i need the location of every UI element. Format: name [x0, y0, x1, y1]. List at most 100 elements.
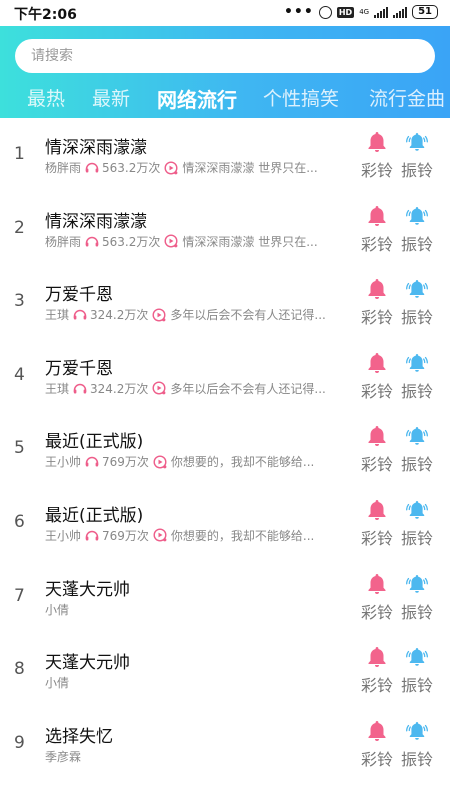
song-artist: 杨胖雨: [45, 161, 82, 175]
color-ring-button[interactable]: 彩铃: [357, 204, 397, 255]
bell-icon: [365, 130, 389, 154]
play-circle-icon: [153, 455, 167, 469]
color-ring-button[interactable]: 彩铃: [357, 130, 397, 181]
color-ring-label: 彩铃: [360, 528, 393, 548]
song-title[interactable]: 万爱千恩: [45, 354, 113, 379]
song-artist: 小倩: [45, 676, 70, 691]
vibrating-bell-icon: [405, 572, 429, 596]
play-circle-icon: [164, 234, 178, 248]
header: 下午2:06 ••• HD 4G 51 请搜索 最热 最新 网络流行 个性搞笑 …: [0, 0, 450, 118]
vibrate-ring-label: 振铃: [400, 234, 433, 254]
song-title[interactable]: 最近(正式版): [45, 501, 143, 526]
color-ring-button[interactable]: 彩铃: [357, 424, 397, 475]
bell-icon: [365, 204, 389, 228]
song-title[interactable]: 天蓬大元帅: [45, 648, 130, 673]
song-meta: 王小帅 769万次 你想要的，我却不能够给...: [45, 453, 335, 470]
vibrating-bell-icon: [405, 351, 429, 375]
song-row[interactable]: 6 最近(正式版) 王小帅 769万次 你想要的，我却不能够给... 彩铃 振铃: [0, 486, 450, 560]
bell-icon: [365, 498, 389, 522]
bell-icon: [365, 719, 389, 743]
play-count: 324.2万次: [90, 308, 149, 323]
song-title[interactable]: 万爱千恩: [45, 280, 113, 305]
bell-icon: [365, 424, 389, 448]
song-title[interactable]: 天蓬大元帅: [45, 575, 130, 600]
vibrate-ring-button[interactable]: 振铃: [397, 498, 437, 549]
color-ring-button[interactable]: 彩铃: [357, 498, 397, 549]
alarm-icon: [318, 5, 332, 19]
tab-golden-hits[interactable]: 流行金曲: [369, 84, 445, 111]
song-index: 4: [14, 364, 25, 385]
vibrate-ring-button[interactable]: 振铃: [397, 130, 437, 181]
tab-internet-popular[interactable]: 网络流行: [157, 84, 237, 113]
search-input[interactable]: 请搜索: [15, 39, 435, 73]
cell-signal-icon: [374, 6, 389, 18]
song-row[interactable]: 9 选择失忆季彦霖 彩铃 振铃: [0, 707, 450, 781]
song-title[interactable]: 最近(正式版): [45, 427, 143, 452]
song-artist: 王小帅: [45, 528, 82, 543]
song-description: 你想要的，我却不能够给...: [170, 528, 315, 543]
vibrate-ring-label: 振铃: [400, 528, 433, 548]
color-ring-label: 彩铃: [360, 602, 393, 622]
status-icons: ••• HD 4G 51: [284, 5, 438, 19]
song-index: 9: [14, 732, 25, 753]
color-ring-button[interactable]: 彩铃: [357, 645, 397, 696]
song-row[interactable]: 4 万爱千恩王琪 324.2万次 多年以后会不会有人还记得... 彩铃 振铃: [0, 339, 450, 413]
more-dots-icon: •••: [283, 4, 314, 20]
play-circle-icon: [152, 308, 166, 322]
vibrating-bell-icon: [405, 424, 429, 448]
song-index: 8: [14, 659, 25, 680]
song-row[interactable]: 5 最近(正式版) 王小帅 769万次 你想要的，我却不能够给... 彩铃 振铃: [0, 412, 450, 486]
vibrating-bell-icon: [405, 204, 429, 228]
vibrate-ring-label: 振铃: [400, 676, 433, 696]
song-artist: 季彦霖: [45, 749, 82, 764]
song-index: 6: [14, 511, 25, 532]
vibrate-ring-button[interactable]: 振铃: [397, 645, 437, 696]
song-description: 多年以后会不会有人还记得...: [170, 381, 326, 396]
song-index: 7: [14, 585, 25, 606]
bell-icon: [365, 351, 389, 375]
color-ring-label: 彩铃: [360, 455, 393, 475]
headphone-icon: [85, 456, 99, 467]
color-ring-label: 彩铃: [360, 381, 393, 401]
color-ring-button[interactable]: 彩铃: [357, 351, 397, 402]
play-count: 563.2万次: [102, 161, 161, 175]
song-artist: 王琪: [45, 308, 70, 323]
tab-bar: 最热 最新 网络流行 个性搞笑 流行金曲: [0, 84, 450, 116]
play-count: 563.2万次: [102, 234, 161, 249]
song-artist: 王小帅: [45, 455, 82, 470]
song-meta: 杨胖雨 563.2万次 情深深雨濛濛 世界只在...: [45, 159, 335, 176]
play-count: 769万次: [102, 528, 149, 543]
song-row[interactable]: 3 万爱千恩 王琪 324.2万次 多年以后会不会有人还记得... 彩铃 振铃: [0, 265, 450, 339]
song-title[interactable]: 选择失忆: [45, 722, 113, 747]
song-index: 1: [14, 144, 25, 164]
tab-hottest[interactable]: 最热: [27, 84, 65, 111]
song-row[interactable]: 8 天蓬大元帅小倩 彩铃 振铃: [0, 633, 450, 707]
song-description: 你想要的，我却不能够给...: [170, 455, 315, 470]
vibrate-ring-button[interactable]: 振铃: [397, 424, 437, 475]
vibrate-ring-button[interactable]: 振铃: [397, 719, 437, 770]
tab-funny[interactable]: 个性搞笑: [263, 84, 339, 111]
play-count: 324.2万次: [90, 381, 149, 396]
vibrate-ring-label: 振铃: [400, 455, 433, 475]
status-bar: 下午2:06 ••• HD 4G 51: [0, 0, 450, 26]
song-index: 5: [14, 438, 25, 459]
song-meta: 王琪 324.2万次 多年以后会不会有人还记得...: [45, 306, 335, 323]
song-row[interactable]: 2 情深深雨濛濛 杨胖雨 563.2万次 情深深雨濛濛 世界只在... 彩铃 振铃: [0, 192, 450, 266]
tab-newest[interactable]: 最新: [92, 84, 130, 111]
vibrate-ring-button[interactable]: 振铃: [397, 277, 437, 328]
headphone-icon: [73, 383, 87, 394]
song-row[interactable]: 7 天蓬大元帅 小倩 彩铃 振铃: [0, 560, 450, 634]
bell-icon: [365, 277, 389, 301]
color-ring-button[interactable]: 彩铃: [357, 719, 397, 770]
color-ring-button[interactable]: 彩铃: [357, 572, 397, 623]
vibrate-ring-button[interactable]: 振铃: [397, 572, 437, 623]
color-ring-label: 彩铃: [360, 161, 393, 180]
song-row[interactable]: 1 情深深雨濛濛 杨胖雨 563.2万次 情深深雨濛濛 世界只在... 彩铃 振铃: [0, 118, 450, 192]
vibrate-ring-button[interactable]: 振铃: [397, 204, 437, 255]
song-title[interactable]: 情深深雨濛濛: [45, 207, 147, 232]
song-artist: 王琪: [45, 381, 70, 396]
vibrate-ring-button[interactable]: 振铃: [397, 351, 437, 402]
color-ring-button[interactable]: 彩铃: [357, 277, 397, 328]
song-meta: 王琪 324.2万次 多年以后会不会有人还记得...: [45, 380, 335, 397]
song-title[interactable]: 情深深雨濛濛: [45, 133, 147, 158]
